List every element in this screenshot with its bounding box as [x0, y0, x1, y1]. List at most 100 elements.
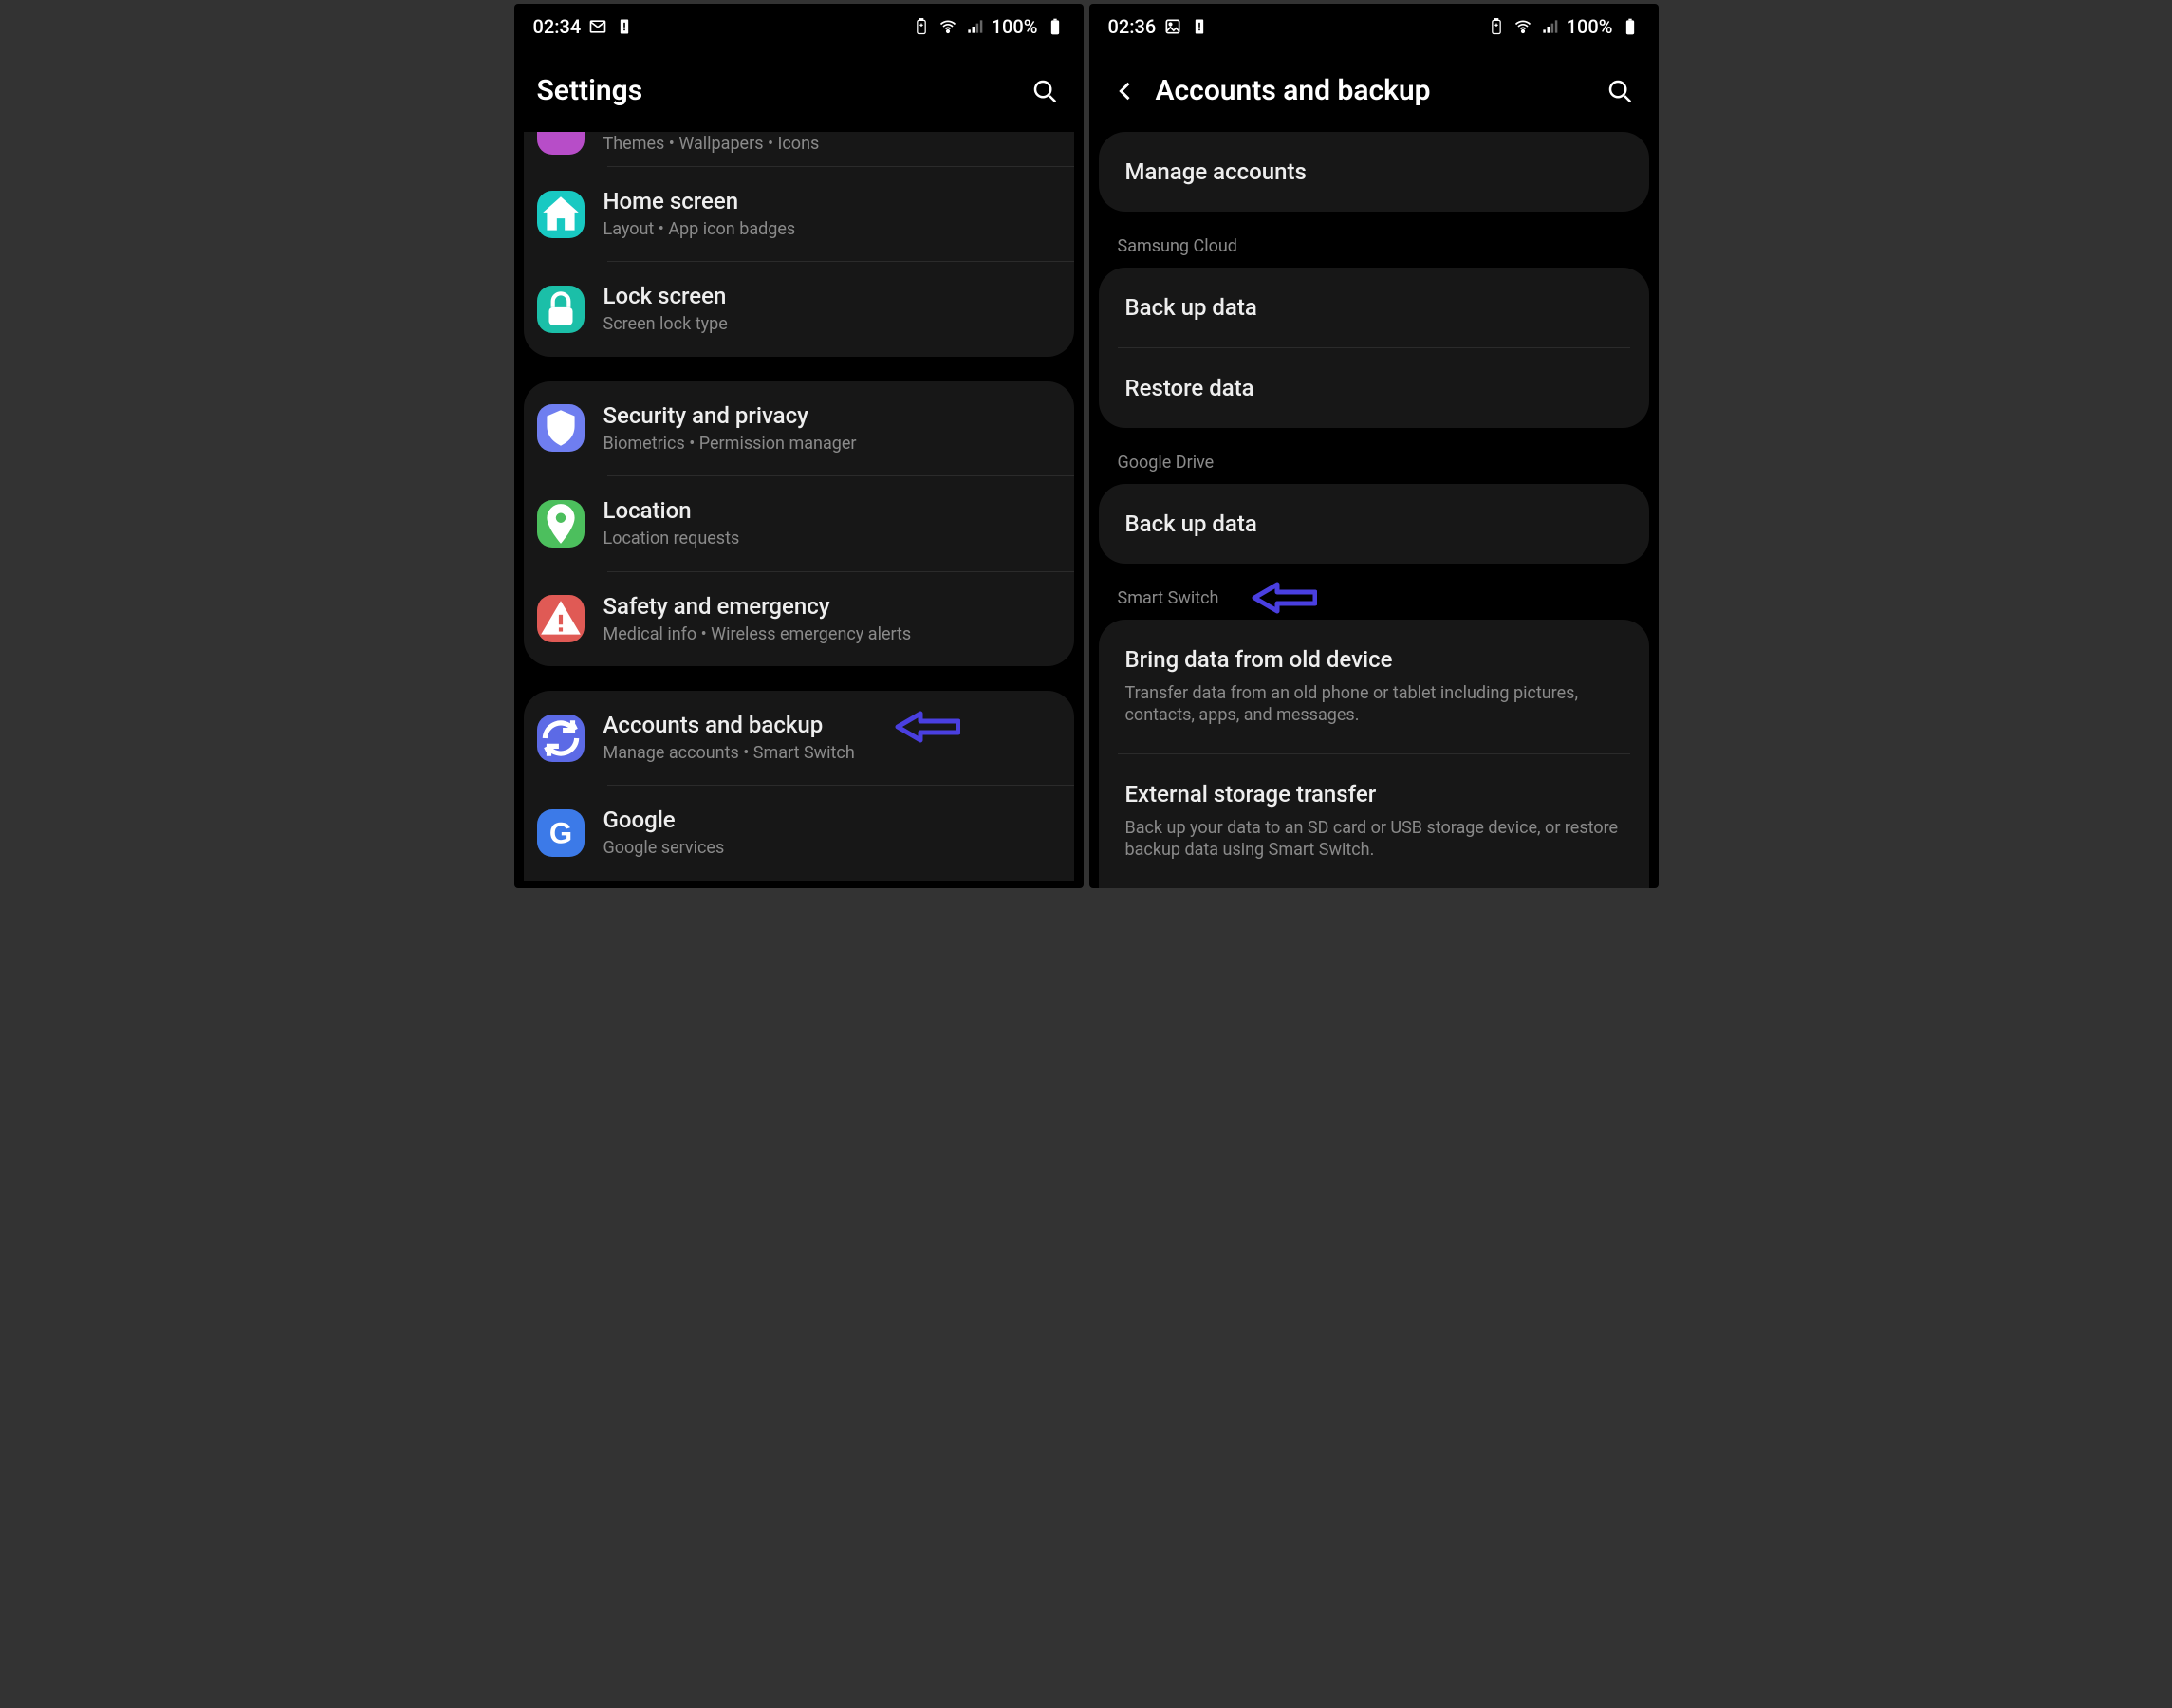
accounts-group: Bring data from old device Transfer data …: [1099, 620, 1649, 888]
signal-icon: [965, 17, 984, 36]
row-sub: Location requests: [603, 528, 1055, 549]
settings-row-google[interactable]: G Google Google services: [524, 786, 1074, 880]
row-text: Lock screen Screen lock type: [603, 283, 1055, 335]
row-text: Home screen Layout • App icon badges: [603, 188, 1055, 240]
row-sub: Medical info • Wireless emergency alerts: [603, 623, 1055, 645]
row-text: Safety and emergency Medical info • Wirel…: [603, 593, 1055, 645]
accounts-group: Back up data: [1099, 484, 1649, 564]
accounts-row-sc_backup[interactable]: Back up data: [1099, 268, 1649, 347]
row-text: Location Location requests: [603, 497, 1055, 549]
row-title: Bring data from old device: [1125, 646, 1623, 673]
accounts-group: Back up data Restore data: [1099, 268, 1649, 428]
google-icon: G: [537, 809, 585, 857]
page-title: Accounts and backup: [1156, 74, 1431, 107]
wifi-icon: [1513, 17, 1532, 36]
page-title: Settings: [537, 74, 643, 107]
annotation-arrow: [894, 710, 960, 744]
row-sub: Google services: [603, 837, 1055, 859]
row-sub: Biometrics • Permission manager: [603, 433, 1055, 455]
accounts-row-external[interactable]: External storage transfer Back up your da…: [1099, 754, 1649, 888]
accounts-backup-header: Accounts and backup: [1089, 46, 1659, 132]
themes-row-partial[interactable]: Themes • Wallpapers • Icons: [524, 132, 1074, 166]
settings-group-security: Security and privacy Biometrics • Permiss…: [524, 381, 1074, 666]
signal-icon: [1540, 17, 1559, 36]
shield-icon: [537, 404, 585, 452]
phone-left-settings: 02:34 100% Settings Themes • Wallpapers …: [514, 4, 1084, 888]
row-title: External storage transfer: [1125, 781, 1623, 808]
status-time: 02:36: [1108, 15, 1157, 38]
battery-saver-icon: [1487, 17, 1506, 36]
section-label-google-drive: Google Drive: [1089, 453, 1659, 484]
themes-sub: Themes • Wallpapers • Icons: [603, 133, 1055, 155]
settings-row-lock[interactable]: Lock screen Screen lock type: [524, 262, 1074, 356]
settings-group-accounts: Accounts and backup Manage accounts • Sma…: [524, 691, 1074, 881]
section-label-samsung-cloud: Samsung Cloud: [1089, 236, 1659, 268]
phone-right-accounts-backup: 02:36 100% Accounts and backup Manage ac…: [1089, 4, 1659, 888]
home-icon: [537, 191, 585, 238]
row-sub: Manage accounts • Smart Switch: [603, 742, 1055, 764]
svg-text:G: G: [548, 816, 571, 849]
row-text: Google Google services: [603, 807, 1055, 859]
wifi-icon: [938, 17, 957, 36]
row-title: Safety and emergency: [603, 593, 1055, 620]
accounts-row-gd_backup[interactable]: Back up data: [1099, 484, 1649, 564]
settings-row-location[interactable]: Location Location requests: [524, 476, 1074, 570]
sim-alert-icon: [1190, 17, 1209, 36]
status-bar: 02:34 100%: [514, 4, 1084, 46]
row-sub: Screen lock type: [603, 313, 1055, 335]
row-sub: Transfer data from an old phone or table…: [1125, 682, 1623, 727]
status-left: 02:36: [1108, 15, 1210, 38]
annotation-arrow: [1251, 581, 1317, 615]
row-title: Back up data: [1125, 294, 1623, 321]
row-text: Bring data from old device Transfer data …: [1125, 646, 1623, 727]
row-title: Home screen: [603, 188, 1055, 214]
search-button[interactable]: [1604, 75, 1636, 107]
battery-saver-icon: [912, 17, 931, 36]
battery-icon: [1046, 17, 1065, 36]
settings-header: Settings: [514, 46, 1084, 132]
settings-group-partial: Themes • Wallpapers • Icons Home screen L…: [524, 132, 1074, 357]
row-title: Lock screen: [603, 283, 1055, 309]
row-title: Manage accounts: [1125, 158, 1623, 185]
lock-icon: [537, 286, 585, 333]
row-text: Back up data: [1125, 294, 1623, 321]
back-button[interactable]: [1112, 78, 1139, 104]
settings-row-accounts[interactable]: Accounts and backup Manage accounts • Sma…: [524, 691, 1074, 785]
row-title: Accounts and backup: [603, 712, 1055, 738]
row-sub: Layout • App icon badges: [603, 218, 1055, 240]
image-notif-icon: [1163, 17, 1182, 36]
status-right: 100%: [912, 15, 1065, 38]
section-label-smart-switch: Smart Switch: [1089, 588, 1659, 620]
accounts-row-sc_restore[interactable]: Restore data: [1099, 348, 1649, 428]
battery-text: 100%: [992, 15, 1038, 38]
settings-row-security[interactable]: Security and privacy Biometrics • Permiss…: [524, 381, 1074, 475]
row-title: Location: [603, 497, 1055, 524]
settings-row-home[interactable]: Home screen Layout • App icon badges: [524, 167, 1074, 261]
row-sub: Back up your data to an SD card or USB s…: [1125, 817, 1623, 862]
status-left: 02:34: [533, 15, 635, 38]
sync-icon: [537, 715, 585, 762]
battery-text: 100%: [1567, 15, 1613, 38]
battery-icon: [1621, 17, 1640, 36]
status-right: 100%: [1487, 15, 1640, 38]
settings-row-safety[interactable]: Safety and emergency Medical info • Wirel…: [524, 572, 1074, 666]
accounts-row-bring[interactable]: Bring data from old device Transfer data …: [1099, 620, 1649, 753]
status-time: 02:34: [533, 15, 582, 38]
accounts-group: Manage accounts: [1099, 132, 1649, 212]
row-title: Google: [603, 807, 1055, 833]
row-text: Security and privacy Biometrics • Permiss…: [603, 402, 1055, 455]
row-title: Security and privacy: [603, 402, 1055, 429]
row-title: Back up data: [1125, 511, 1623, 537]
status-bar: 02:36 100%: [1089, 4, 1659, 46]
themes-icon: [537, 132, 585, 155]
row-text: Back up data: [1125, 511, 1623, 537]
gmail-icon: [588, 17, 607, 36]
row-title: Restore data: [1125, 375, 1623, 401]
row-text: External storage transfer Back up your da…: [1125, 781, 1623, 862]
row-text: Manage accounts: [1125, 158, 1623, 185]
alert-icon: [537, 595, 585, 642]
pin-icon: [537, 500, 585, 548]
sim-alert-icon: [615, 17, 634, 36]
search-button[interactable]: [1029, 75, 1061, 107]
accounts-row-manage[interactable]: Manage accounts: [1099, 132, 1649, 212]
